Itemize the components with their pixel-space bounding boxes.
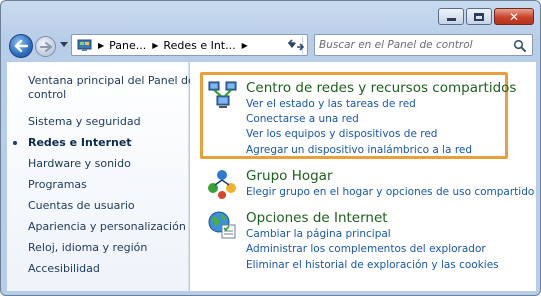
forward-button[interactable]: [35, 36, 56, 57]
refresh-button[interactable]: [285, 35, 307, 55]
link-connect-network[interactable]: Conectarse a una red: [246, 112, 359, 126]
sidebar-item-accessibility[interactable]: Accesibilidad: [28, 261, 100, 276]
sidebar-item-control-panel-home[interactable]: Ventana principal del Panel de: [28, 73, 195, 88]
refresh-icon: [288, 39, 304, 51]
active-bullet-icon: [13, 141, 17, 145]
address-bar[interactable]: ▶ Pane... ▶ Redes e Int... ▶: [71, 34, 308, 56]
sidebar-item-user-accounts[interactable]: Cuentas de usuario: [28, 198, 135, 213]
breadcrumb-network-internet[interactable]: Redes e Int...: [163, 39, 235, 52]
sidebar-item-appearance[interactable]: Apariencia y personalización: [28, 219, 186, 234]
link-change-home-page[interactable]: Cambiar la página principal: [246, 227, 391, 241]
caption-buttons: ✕: [438, 8, 534, 25]
breadcrumb-separator: ▶: [241, 40, 248, 50]
category-title-network-center[interactable]: Centro de redes y recursos compartidos: [246, 80, 516, 96]
category-title-internet-options[interactable]: Opciones de Internet: [246, 210, 388, 226]
link-view-network-status[interactable]: Ver el estado y las tareas de red: [246, 97, 416, 111]
close-button[interactable]: ✕: [494, 8, 534, 25]
search-input[interactable]: [319, 36, 511, 54]
category-title-homegroup[interactable]: Grupo Hogar: [246, 168, 333, 184]
control-panel-icon: [76, 38, 92, 52]
homegroup-icon: [208, 170, 236, 199]
internet-options-icon: [208, 211, 236, 239]
close-icon: ✕: [508, 9, 520, 24]
control-panel-window: ✕ ▶ Pane... ▶ Redes e Int... ▶ Buscar en…: [0, 0, 541, 296]
back-button[interactable]: [9, 34, 33, 58]
link-homegroup-options[interactable]: Elegir grupo en el hogar y opciones de u…: [246, 185, 534, 199]
sidebar-item-network-internet[interactable]: Redes e Internet: [28, 135, 132, 150]
breadcrumb-separator: ▶: [152, 40, 159, 50]
arrow-right-icon: [39, 41, 52, 52]
minimize-icon: [446, 18, 456, 21]
breadcrumb-separator: ▶: [98, 40, 105, 50]
search-icon[interactable]: [511, 37, 527, 53]
sidebar-item-system-security[interactable]: Sistema y seguridad: [28, 114, 141, 129]
link-add-wireless-device[interactable]: Agregar un dispositivo inalámbrico a la …: [246, 143, 472, 157]
link-delete-history[interactable]: Eliminar el historial de exploración y l…: [246, 258, 499, 272]
search-box[interactable]: [314, 34, 533, 56]
recent-pages-dropdown[interactable]: [60, 42, 68, 47]
sidebar-item-control-panel-home-cont[interactable]: control: [28, 87, 66, 102]
network-center-icon: [208, 81, 237, 108]
sidebar-item-programs[interactable]: Programas: [28, 177, 87, 192]
link-manage-addons[interactable]: Administrar los complementos del explora…: [246, 242, 486, 256]
maximize-icon: [474, 12, 484, 21]
arrow-left-icon: [14, 40, 28, 52]
link-view-network-devices[interactable]: Ver los equipos y dispositivos de red: [246, 127, 437, 141]
minimize-button[interactable]: [438, 8, 464, 25]
breadcrumb-control-panel[interactable]: Pane...: [109, 39, 146, 52]
sidebar-item-hardware-sound[interactable]: Hardware y sonido: [28, 156, 131, 171]
maximize-button[interactable]: [466, 8, 492, 25]
sidebar-item-clock-language[interactable]: Reloj, idioma y región: [28, 240, 147, 255]
